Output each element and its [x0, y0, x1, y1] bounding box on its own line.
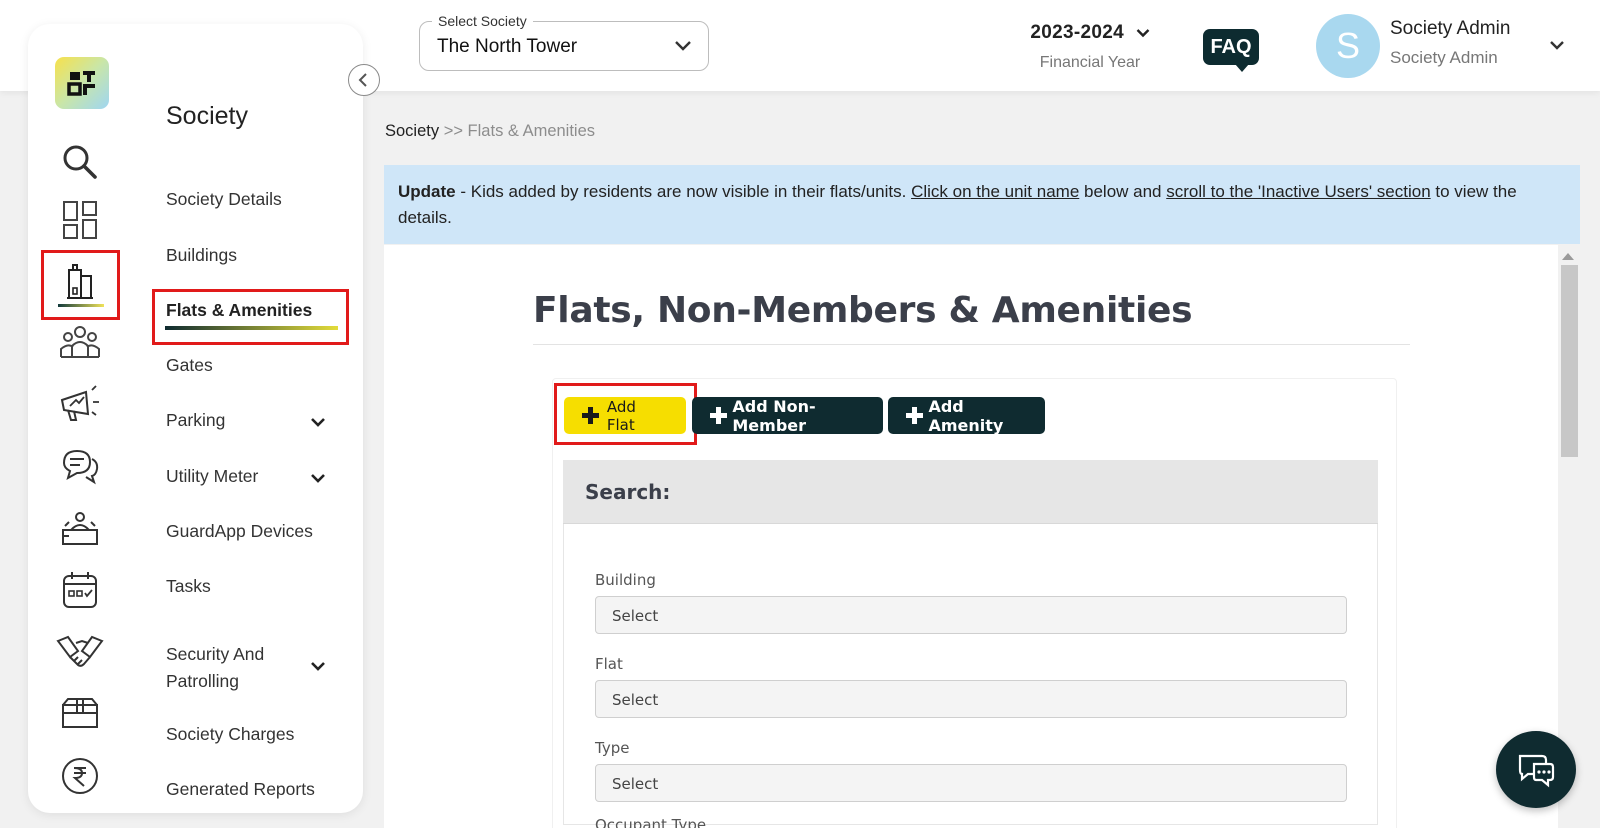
- handshake-icon[interactable]: [52, 628, 108, 676]
- banner-link-inactive-users[interactable]: scroll to the 'Inactive Users' section: [1166, 182, 1430, 201]
- plus-icon: [582, 407, 599, 424]
- reception-desk-icon[interactable]: [52, 504, 108, 552]
- chat-support-button[interactable]: [1496, 731, 1576, 808]
- sidebar-item-security-patrolling[interactable]: Security And Patrolling: [166, 641, 306, 695]
- financial-year-value: 2023-2024: [1030, 22, 1124, 44]
- megaphone-icon[interactable]: [52, 380, 108, 428]
- user-role: Society Admin: [1390, 48, 1498, 67]
- user-menu[interactable]: Society Admin Society Admin: [1390, 18, 1510, 68]
- type-label: Type: [595, 739, 630, 757]
- banner-text-1: - Kids added by residents are now visibl…: [455, 182, 912, 201]
- society-select-value: The North Tower: [437, 36, 578, 57]
- society-select[interactable]: Select Society The North Tower: [419, 13, 709, 71]
- search-icon[interactable]: [52, 138, 108, 186]
- chevron-down-icon[interactable]: [310, 471, 326, 489]
- page-title: Flats, Non-Members & Amenities: [533, 290, 1193, 331]
- search-heading: Search:: [585, 480, 671, 504]
- sidebar-item-gates[interactable]: Gates: [166, 352, 336, 379]
- sidebar-item-society-charges[interactable]: Society Charges: [166, 721, 336, 748]
- add-flat-button[interactable]: Add Flat: [564, 397, 686, 434]
- plus-icon: [906, 407, 924, 424]
- chevron-left-icon: [358, 73, 367, 87]
- user-name: Society Admin: [1390, 18, 1511, 39]
- add-non-member-button[interactable]: Add Non-Member: [692, 396, 883, 435]
- search-header: Search:: [563, 460, 1378, 524]
- scroll-up-arrow-icon[interactable]: [1562, 253, 1574, 260]
- building-label: Building: [595, 571, 656, 589]
- avatar[interactable]: S: [1316, 14, 1380, 78]
- occupant-type-label: Occupant Type: [595, 816, 707, 828]
- chat-icon: [1518, 754, 1555, 787]
- sidebar-collapse-button[interactable]: [348, 64, 380, 96]
- dashboard-grid-icon[interactable]: [52, 196, 108, 244]
- sidebar-item-flats-amenities[interactable]: Flats & Amenities: [166, 297, 336, 324]
- sidebar-item-tasks[interactable]: Tasks: [166, 573, 336, 600]
- scrollbar-thumb[interactable]: [1561, 265, 1578, 457]
- active-item-underline: [165, 326, 338, 330]
- active-icon-underline: [58, 304, 104, 307]
- chevron-down-icon: [1136, 22, 1150, 44]
- calendar-icon[interactable]: [52, 566, 108, 614]
- breadcrumb-current: >> Flats & Amenities: [443, 122, 596, 140]
- chevron-down-icon: [674, 39, 692, 57]
- breadcrumb-root[interactable]: Society: [385, 122, 439, 140]
- banner-text-2: below and: [1079, 182, 1167, 201]
- chevron-down-icon[interactable]: [1549, 38, 1565, 56]
- chat-bubbles-icon[interactable]: [52, 442, 108, 490]
- financial-year-label: Financial Year: [1039, 54, 1141, 72]
- sidebar-item-buildings[interactable]: Buildings: [166, 242, 336, 269]
- sidebar-item-guardapp-devices[interactable]: GuardApp Devices: [166, 518, 336, 545]
- banner-bold: Update: [398, 182, 456, 201]
- society-select-label: Select Society: [432, 13, 533, 29]
- flat-label: Flat: [595, 655, 623, 673]
- sidebar-item-society-details[interactable]: Society Details: [166, 186, 336, 213]
- box-icon[interactable]: [52, 690, 108, 738]
- members-group-icon[interactable]: [52, 318, 108, 366]
- building-select[interactable]: Select: [595, 596, 1347, 634]
- building-icon[interactable]: [52, 256, 108, 304]
- type-select[interactable]: Select: [595, 764, 1347, 802]
- update-banner: Update - Kids added by residents are now…: [384, 165, 1580, 244]
- chevron-down-icon[interactable]: [310, 659, 326, 677]
- plus-icon: [710, 407, 728, 424]
- add-non-member-label: Add Non-Member: [732, 396, 816, 435]
- chevron-down-icon[interactable]: [310, 415, 326, 433]
- sidebar-item-generated-reports[interactable]: Generated Reports: [166, 776, 336, 803]
- breadcrumb: Society >> Flats & Amenities: [385, 122, 595, 141]
- rupee-icon[interactable]: [52, 752, 108, 800]
- flat-select[interactable]: Select: [595, 680, 1347, 718]
- title-divider: [533, 344, 1410, 345]
- add-amenity-button[interactable]: Add Amenity: [888, 396, 1045, 435]
- app-logo[interactable]: [55, 57, 109, 109]
- sidebar: Society Society Details Buildings Flats …: [28, 24, 363, 813]
- faq-button[interactable]: FAQ: [1203, 29, 1259, 72]
- add-amenity-label: Add Amenity: [928, 396, 1004, 435]
- sidebar-title: Society: [166, 102, 248, 130]
- banner-link-unit-name[interactable]: Click on the unit name: [911, 182, 1079, 201]
- add-flat-label: Add Flat: [606, 397, 636, 434]
- financial-year-selector[interactable]: 2023-2024 Financial Year: [1010, 22, 1170, 72]
